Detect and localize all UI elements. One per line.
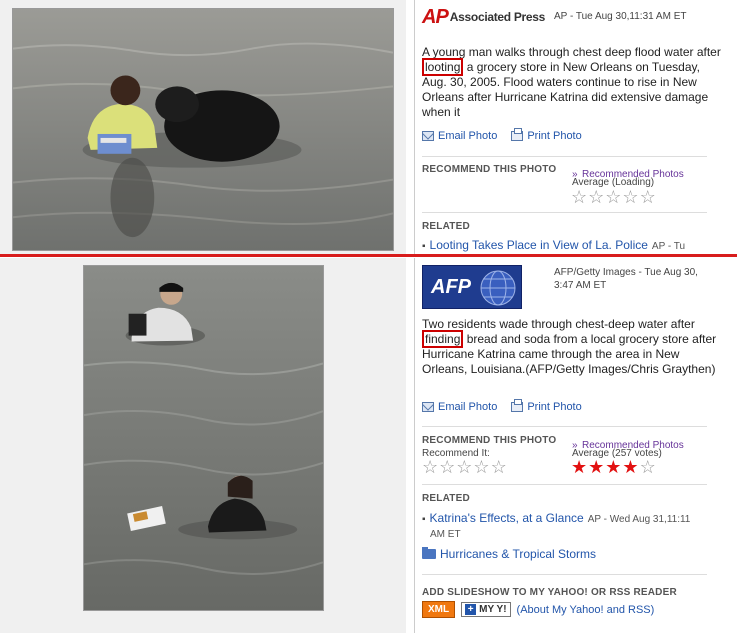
recommend-it-stars[interactable]: ☆ ☆ ☆ ☆ ☆ xyxy=(422,458,507,476)
star-empty-icon[interactable]: ☆ xyxy=(588,188,604,206)
bottom-separator-1 xyxy=(422,426,707,427)
star-empty-icon[interactable]: ☆ xyxy=(439,458,455,476)
top-divider-line xyxy=(414,0,415,254)
bottom-caption-highlight: finding xyxy=(422,330,464,348)
bottom-divider-line xyxy=(414,258,415,633)
my-yahoo-label: MY Y! xyxy=(479,604,507,615)
add-slideshow-heading: ADD SLIDESHOW TO MY YAHOO! OR RSS READER xyxy=(422,587,677,598)
flood-photo-image xyxy=(13,9,393,250)
top-related-title[interactable]: Looting Takes Place in View of La. Polic… xyxy=(430,238,648,252)
bottom-related-meta-2: AM ET xyxy=(430,529,461,540)
top-caption-highlight: looting xyxy=(422,58,464,76)
printer-icon xyxy=(511,399,524,412)
afp-logo-mark: AFP xyxy=(431,276,471,298)
envelope-icon xyxy=(422,402,434,412)
plus-icon: + xyxy=(465,604,477,615)
folder-icon xyxy=(422,547,436,559)
bottom-info-column: AFP AFP/Getty Images - Tue Aug 30, 3:47 … xyxy=(422,258,728,633)
bottom-caption-before: Two residents wade through chest-deep wa… xyxy=(422,317,695,331)
ap-logo[interactable]: AP Associated Press xyxy=(422,7,545,27)
email-photo-label: Email Photo xyxy=(438,130,498,142)
printer-icon xyxy=(511,128,524,141)
bottom-caption-after: bread and soda from a local grocery stor… xyxy=(422,332,717,376)
my-yahoo-button[interactable]: + MY Y! xyxy=(461,602,511,617)
wading-photo-image xyxy=(84,266,323,610)
top-caption-after: a grocery store in New Orleans on Tuesda… xyxy=(422,60,709,119)
envelope-icon xyxy=(422,131,434,141)
bottom-related-heading: RELATED xyxy=(422,493,470,504)
star-filled-icon: ★ xyxy=(588,457,605,477)
star-empty-icon[interactable]: ☆ xyxy=(422,458,438,476)
bottom-actions: Email Photo Print Photo xyxy=(422,399,582,413)
top-info-column: AP Associated Press AP - Tue Aug 30,11:3… xyxy=(422,0,728,254)
email-photo-label: Email Photo xyxy=(438,401,498,413)
bottom-recommend-heading: RECOMMEND THIS PHOTO xyxy=(422,435,557,446)
print-photo-button[interactable]: Print Photo xyxy=(511,128,582,142)
xml-button[interactable]: XML xyxy=(422,601,456,618)
star-filled-icon: ★ xyxy=(605,457,622,477)
subscribe-row: XML + MY Y! (About My Yahoo! and RSS) xyxy=(422,601,654,618)
print-photo-button[interactable]: Print Photo xyxy=(511,399,582,413)
top-photo-panel: AP Associated Press AP - Tue Aug 30,11:3… xyxy=(0,0,737,254)
print-photo-label: Print Photo xyxy=(527,130,582,142)
panel-divider xyxy=(0,254,737,257)
bottom-photo-panel: AFP AFP/Getty Images - Tue Aug 30, 3:47 … xyxy=(0,258,737,633)
ap-logo-name: Associated Press xyxy=(449,10,546,24)
top-separator-2 xyxy=(422,212,707,213)
top-caption-before: A young man walks through chest deep flo… xyxy=(422,45,721,59)
top-photo-column xyxy=(0,0,406,254)
top-related-heading: RELATED xyxy=(422,221,470,232)
star-empty-icon[interactable]: ☆ xyxy=(605,188,621,206)
bottom-photo-column xyxy=(0,258,406,633)
bottom-source-line-2: 3:47 AM ET xyxy=(554,280,607,291)
top-recommend-heading: RECOMMEND THIS PHOTO xyxy=(422,164,557,175)
bottom-related-item[interactable]: ▪ Katrina's Effects, at a Glance AP - We… xyxy=(422,511,690,525)
bullet-icon: ▪ xyxy=(422,241,426,252)
star-empty-icon[interactable]: ☆ xyxy=(473,458,489,476)
star-empty-icon[interactable]: ☆ xyxy=(571,188,587,206)
star-filled-icon: ★ xyxy=(571,457,588,477)
email-photo-button[interactable]: Email Photo xyxy=(422,401,497,413)
ap-logo-mark: AP xyxy=(422,6,449,28)
star-empty-icon[interactable]: ☆ xyxy=(491,458,507,476)
star-empty-icon[interactable]: ☆ xyxy=(622,188,638,206)
top-source-line: AP - Tue Aug 30,11:31 AM ET xyxy=(554,11,687,22)
top-actions: Email Photo Print Photo xyxy=(422,128,582,142)
bottom-related-meta: AP - Wed Aug 31,11:11 xyxy=(587,514,691,525)
bottom-related-title[interactable]: Katrina's Effects, at a Glance xyxy=(430,511,584,525)
star-empty-icon: ☆ xyxy=(639,457,656,477)
top-photo[interactable] xyxy=(12,8,394,251)
bottom-photo[interactable] xyxy=(83,265,324,611)
slideshow-link-label: Hurricanes & Tropical Storms xyxy=(440,547,597,561)
about-my-yahoo-link[interactable]: (About My Yahoo! and RSS) xyxy=(517,604,655,616)
top-caption: A young man walks through chest deep flo… xyxy=(422,45,722,120)
top-separator-1 xyxy=(422,156,707,157)
bullet-icon: ▪ xyxy=(422,514,426,525)
email-photo-button[interactable]: Email Photo xyxy=(422,130,497,142)
star-filled-icon: ★ xyxy=(622,457,639,477)
top-related-meta: AP - Tu xyxy=(651,241,686,252)
bottom-source-line-1: AFP/Getty Images - Tue Aug 30, xyxy=(554,267,698,278)
bottom-caption: Two residents wade through chest-deep wa… xyxy=(422,317,722,377)
bottom-average-stars: ★ ★ ★ ★ ☆ xyxy=(571,458,656,476)
bottom-separator-2 xyxy=(422,484,707,485)
bottom-separator-3 xyxy=(422,574,707,575)
star-empty-icon[interactable]: ☆ xyxy=(456,458,472,476)
star-empty-icon[interactable]: ☆ xyxy=(640,188,656,206)
top-related-item[interactable]: ▪ Looting Takes Place in View of La. Pol… xyxy=(422,238,685,252)
slideshow-link[interactable]: Hurricanes & Tropical Storms xyxy=(422,547,596,561)
afp-logo[interactable]: AFP xyxy=(422,265,522,309)
top-average-stars[interactable]: ☆ ☆ ☆ ☆ ☆ xyxy=(571,188,656,206)
print-photo-label: Print Photo xyxy=(527,401,582,413)
